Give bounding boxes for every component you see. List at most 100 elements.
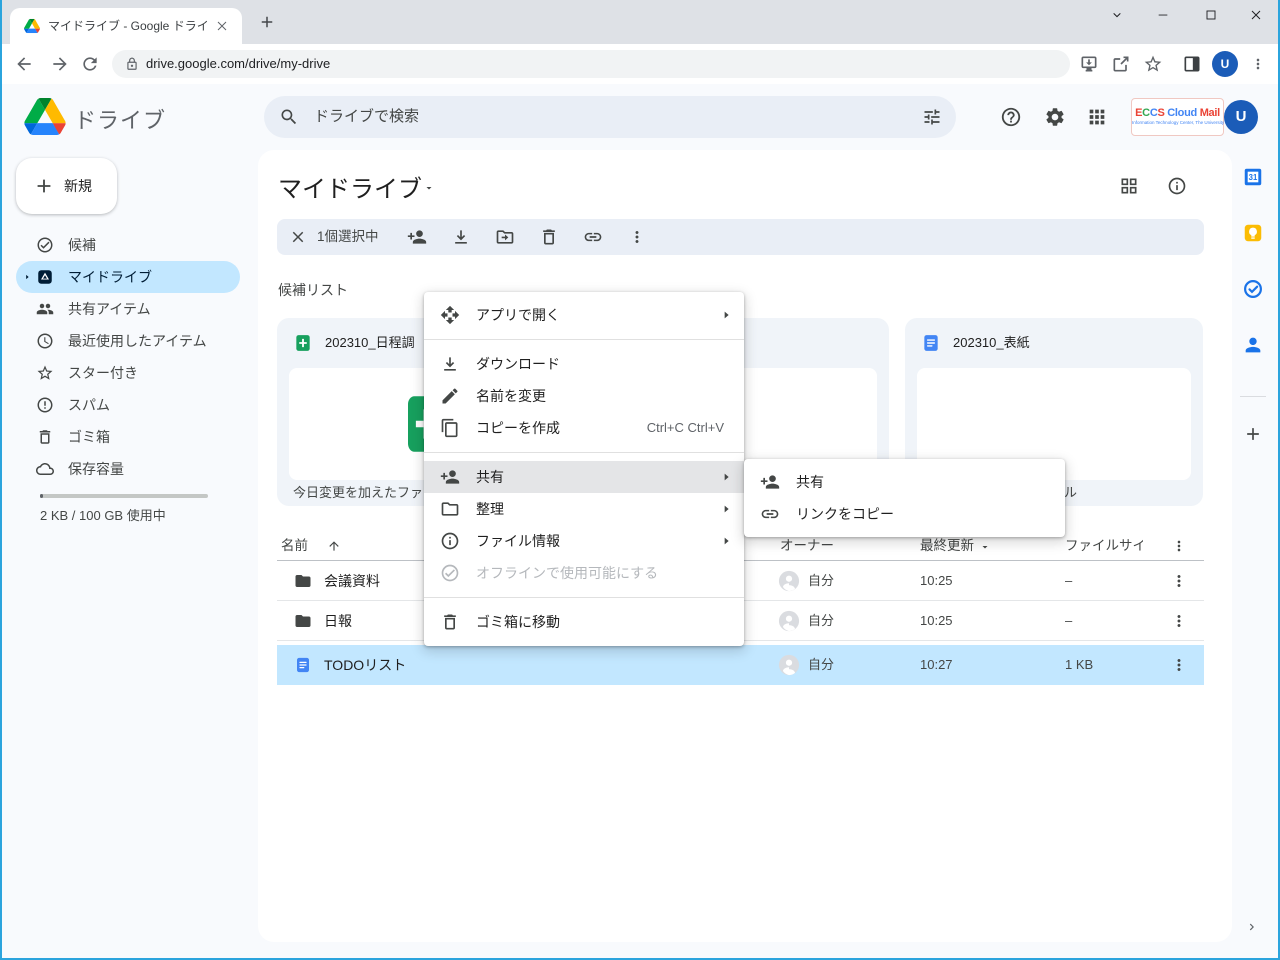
menu-item-download[interactable]: ダウンロード [424,348,744,380]
calendar-icon[interactable] [1242,166,1264,188]
account-avatar[interactable]: U [1224,100,1258,134]
hide-side-panel-icon[interactable] [1245,920,1259,934]
tab-search-icon[interactable] [1109,7,1125,23]
menu-divider [424,339,744,340]
share-person-add-icon [760,472,780,492]
header-size[interactable]: ファイルサイズ [1065,531,1143,561]
menu-item-move-to-trash[interactable]: ゴミ箱に移動 [424,606,744,638]
grid-view-icon[interactable] [1119,176,1139,196]
clear-selection-icon[interactable] [289,228,307,246]
contacts-icon[interactable] [1242,334,1264,356]
sidebar-item-suggestions[interactable]: 候補 [16,229,240,261]
sidebar-item-spam[interactable]: スパム [16,389,240,421]
browser-tab[interactable]: マイドライブ - Google ドライブ [10,8,242,44]
document-icon [294,656,312,674]
row-more-icon[interactable] [1170,656,1188,674]
spreadsheet-icon [293,333,313,353]
owner-avatar [778,610,800,632]
storage-usage-text: 2 KB / 100 GB 使用中 [40,505,166,524]
storage-progress-bar [40,494,208,498]
starred-icon [36,364,54,382]
new-tab-button[interactable] [258,13,276,31]
address-bar[interactable]: drive.google.com/drive/my-drive [112,50,1070,78]
browser-profile-avatar[interactable]: U [1212,51,1238,77]
toolbar-download-icon[interactable] [451,227,471,247]
page-title-caret-icon[interactable] [423,182,435,194]
open-with-icon [440,305,460,325]
account-badge-subtitle: Information Technology Center, The Unive… [1132,120,1223,125]
toolbar-link-icon[interactable] [583,227,603,247]
window-minimize-button[interactable] [1155,7,1171,23]
modified-filter-caret-icon[interactable] [979,541,991,553]
sidebar-item-my-drive[interactable]: マイドライブ [16,261,240,293]
reload-icon[interactable] [80,54,100,74]
apps-grid-icon[interactable] [1086,106,1108,128]
account-badge-title: ECCS Cloud Mail [1132,107,1223,119]
toolbar-share-icon[interactable] [407,227,427,247]
menu-item-open-with[interactable]: アプリで開く [424,299,744,331]
details-info-icon[interactable] [1167,176,1187,196]
share-submenu: 共有 リンクをコピー [744,459,1065,537]
menu-item-file-info[interactable]: ファイル情報 [424,525,744,557]
download-icon [440,354,460,374]
search-filter-icon[interactable] [922,107,942,127]
settings-gear-icon[interactable] [1044,106,1066,128]
tab-close-icon[interactable] [214,18,230,34]
get-addons-icon[interactable] [1243,424,1263,444]
back-icon[interactable] [14,54,34,74]
sidebar-item-recent[interactable]: 最近使用したアイテム [16,325,240,357]
browser-menu-icon[interactable] [1250,56,1266,72]
share-page-icon[interactable] [1111,54,1131,74]
tasks-icon[interactable] [1242,278,1264,300]
row-more-icon[interactable] [1170,572,1188,590]
submenu-arrow-icon [718,533,734,549]
app-name: ドライブ [74,103,166,135]
submenu-item-copy-link[interactable]: リンクをコピー [744,498,1065,530]
search-input[interactable]: ドライブで検索 [264,96,956,138]
sidebar-item-storage[interactable]: 保存容量 [16,453,240,485]
submenu-item-share[interactable]: 共有 [744,466,1065,498]
organize-folder-icon [440,499,460,519]
sidebar-item-shared[interactable]: 共有アイテム [16,293,240,325]
window-close-button[interactable] [1248,7,1264,23]
menu-item-make-copy[interactable]: コピーを作成 Ctrl+C Ctrl+V [424,412,744,444]
shared-items-icon [36,300,54,318]
page-title[interactable]: マイドライブ [278,169,422,204]
search-icon[interactable] [279,107,299,127]
suggestions-section-label: 候補リスト [278,280,348,300]
menu-item-organize[interactable]: 整理 [424,493,744,525]
new-button[interactable]: 新規 [16,158,117,214]
header-name[interactable]: 名前 [281,531,308,561]
bookmark-star-icon[interactable] [1143,54,1163,74]
toolbar-more-icon[interactable] [628,228,646,246]
toolbar-move-icon[interactable] [495,227,515,247]
drive-favicon [24,18,40,34]
menu-item-offline: オフラインで使用可能にする [424,557,744,589]
main-panel: マイドライブ 1個選択中 候補リスト 202310_日程調 今日変更を加えたファ… [258,150,1232,942]
row-more-icon[interactable] [1170,612,1188,630]
expand-arrow-icon[interactable] [22,272,32,282]
side-panel-icon[interactable] [1182,54,1202,74]
install-app-icon[interactable] [1079,54,1099,74]
browser-toolbar: drive.google.com/drive/my-drive U [0,44,1280,84]
menu-item-rename[interactable]: 名前を変更 [424,380,744,412]
folder-icon [294,612,312,630]
sidebar-item-starred[interactable]: スター付き [16,357,240,389]
keep-icon[interactable] [1242,222,1264,244]
sort-ascending-icon[interactable] [327,539,341,553]
sidebar-item-trash[interactable]: ゴミ箱 [16,421,240,453]
help-icon[interactable] [1000,106,1022,128]
toolbar-trash-icon[interactable] [539,227,559,247]
menu-item-share[interactable]: 共有 [424,461,744,493]
suggestions-icon [36,236,54,254]
table-row-selected[interactable]: TODOリスト 自分 10:27 1 KB [277,645,1204,685]
drive-app: ドライブ ドライブで検索 ECCS Cloud Mail Information… [0,84,1280,960]
drive-logo [24,98,66,135]
rename-pencil-icon [440,386,460,406]
plus-icon [33,175,55,197]
window-maximize-button[interactable] [1203,7,1219,23]
column-options-icon[interactable] [1171,538,1187,554]
copy-link-icon [760,504,780,524]
menu-divider [424,452,744,453]
forward-icon[interactable] [50,54,70,74]
